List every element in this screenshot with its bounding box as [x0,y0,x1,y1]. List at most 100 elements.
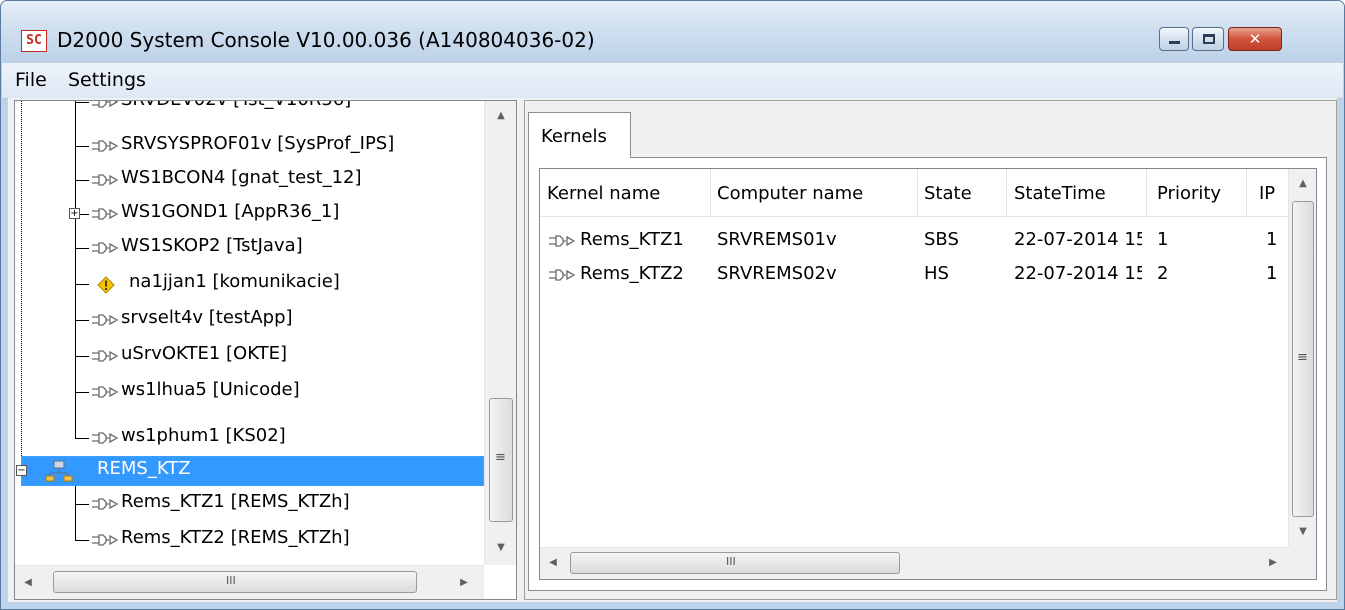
scroll-down-icon[interactable]: ▼ [1294,523,1312,541]
tree-item[interactable]: Rems_KTZ1 [REMS_KTZh] [15,487,484,521]
plug-icon [92,350,119,362]
scroll-left-icon[interactable]: ◀ [544,554,562,572]
scroll-up-icon[interactable]: ▲ [1294,175,1312,193]
tree-horizontal-scrollbar[interactable]: ◀ III ▶ [15,565,484,599]
cell-computer-name: SRVREMS01v [717,229,837,250]
collapse-icon[interactable]: − [16,465,27,476]
plug-icon [92,174,119,186]
plug-icon [92,498,119,510]
menu-file[interactable]: File [15,69,47,91]
close-button[interactable]: ✕ [1228,27,1282,51]
cell-ip: 1 [1266,229,1278,250]
minimize-icon [1169,41,1180,44]
menu-bar: File Settings [2,63,1343,99]
grid-horizontal-scrollbar[interactable]: ◀ III ▶ [540,547,1288,579]
scroll-left-icon[interactable]: ◀ [19,574,37,592]
column-header-statetime[interactable]: StateTime [1014,183,1106,204]
scroll-up-icon[interactable]: ▲ [492,107,510,125]
maximize-button[interactable] [1192,27,1224,51]
grip-icon: ≡ [495,450,506,465]
tree-vertical-scrollbar[interactable]: ▲ ≡ ▼ [484,101,516,565]
tree-pane: SRVDEV02v [Tst_V10R36] SRVSYSPROF01v [Sy… [14,100,517,600]
tree-item-label: Rems_KTZ1 [REMS_KTZh] [121,491,350,512]
tree-item[interactable]: SRVDEV02v [Tst_V10R36] [15,101,484,119]
table-row[interactable]: Rems_KTZ1 SRVREMS01v SBS 22-07-2014 15 1… [540,225,1290,259]
cell-kernel-name: Rems_KTZ2 [580,263,684,284]
tree-item[interactable]: + WS1GOND1 [AppR36_1] [15,197,484,231]
tree-item-label: SRVSYSPROF01v [SysProf_IPS] [121,133,395,154]
plug-icon [92,386,119,398]
table-row[interactable]: Rems_KTZ2 SRVREMS02v HS 22-07-2014 15 2 … [540,259,1290,293]
tree-item-label: ws1lhua5 [Unicode] [121,379,300,400]
tree-item[interactable]: uSrvOKTE1 [OKTE] [15,339,484,373]
tree-item[interactable]: WS1BCON4 [gnat_test_12] [15,163,484,197]
plug-icon [92,534,119,546]
tree-item-label: WS1GOND1 [AppR36_1] [121,201,340,222]
maximize-icon [1203,34,1215,44]
plug-icon [92,432,119,444]
cell-state: HS [924,263,949,284]
tab-kernels[interactable]: Kernels [528,112,631,158]
cell-computer-name: SRVREMS02v [717,263,837,284]
table-header: Kernel name Computer name State StateTim… [540,169,1290,217]
scroll-right-icon[interactable]: ▶ [455,574,473,592]
tree-item[interactable]: Rems_KTZ2 [REMS_KTZh] [15,523,484,557]
tree-item[interactable]: ws1phum1 [KS02] [15,421,484,455]
tree-item-rems-ktz[interactable]: − REMS_KTZ [15,454,484,488]
column-header-computer-name[interactable]: Computer name [717,183,863,204]
cell-ip: 1 [1266,263,1278,284]
window-title: D2000 System Console V10.00.036 (A140804… [57,28,595,52]
close-icon: ✕ [1248,30,1262,48]
plug-icon [92,242,119,254]
column-header-state[interactable]: State [924,183,972,204]
cell-state: SBS [924,229,959,250]
tree-item-label: na1jjan1 [komunikacie] [129,271,340,292]
kernels-table: Kernel name Computer name State StateTim… [539,168,1317,580]
column-header-kernel-name[interactable]: Kernel name [547,183,660,204]
grip-icon: III [226,574,236,587]
expand-icon[interactable]: + [69,208,80,219]
cell-priority: 2 [1157,263,1169,284]
scroll-down-icon[interactable]: ▼ [492,539,510,557]
plug-icon [92,101,119,108]
tree-item-label: uSrvOKTE1 [OKTE] [121,343,287,364]
tree-view: SRVDEV02v [Tst_V10R36] SRVSYSPROF01v [Sy… [15,101,484,565]
grid-vertical-scrollbar[interactable]: ▲ ≡ ▼ [1288,169,1316,547]
scroll-thumb[interactable]: III [570,552,900,574]
title-bar[interactable]: SC D2000 System Console V10.00.036 (A140… [1,1,1344,63]
tree-item[interactable]: srvselt4v [testApp] [15,303,484,337]
scroll-right-icon[interactable]: ▶ [1264,554,1282,572]
scroll-thumb[interactable]: III [53,571,417,593]
menu-settings[interactable]: Settings [68,69,146,91]
plug-icon [92,314,119,326]
network-icon [45,460,73,482]
scroll-thumb[interactable]: ≡ [1292,201,1314,517]
tab-label: Kernels [541,126,607,147]
tree-item[interactable]: ws1lhua5 [Unicode] [15,375,484,409]
tree-item-label: srvselt4v [testApp] [121,307,293,328]
cell-kernel-name: Rems_KTZ1 [580,229,684,250]
tree-item-label: REMS_KTZ [97,458,191,479]
cell-statetime: 22-07-2014 15 [1014,229,1142,250]
scroll-thumb[interactable]: ≡ [489,398,513,522]
warning-icon [97,276,115,294]
grip-icon: ≡ [1297,350,1308,365]
cell-statetime: 22-07-2014 15 [1014,263,1142,284]
grip-icon: III [726,555,736,568]
plug-icon [549,269,576,281]
tree-item[interactable]: SRVSYSPROF01v [SysProf_IPS] [15,129,484,163]
column-header-priority[interactable]: Priority [1157,183,1221,204]
tree-item-label: WS1BCON4 [gnat_test_12] [121,167,362,188]
tree-item[interactable]: WS1SKOP2 [TstJava] [15,231,484,265]
minimize-button[interactable] [1159,27,1189,51]
column-header-ip[interactable]: IP [1259,183,1283,204]
tree-item[interactable]: na1jjan1 [komunikacie] [15,267,484,301]
plug-icon [549,235,576,247]
app-icon[interactable]: SC [21,30,47,52]
plug-icon [92,140,119,152]
scroll-corner [1288,547,1316,579]
tree-item-label: SRVDEV02v [Tst_V10R36] [121,101,351,110]
tree-item-label: WS1SKOP2 [TstJava] [121,235,303,256]
plug-icon [92,208,119,220]
tree-item-label: Rems_KTZ2 [REMS_KTZh] [121,527,350,548]
